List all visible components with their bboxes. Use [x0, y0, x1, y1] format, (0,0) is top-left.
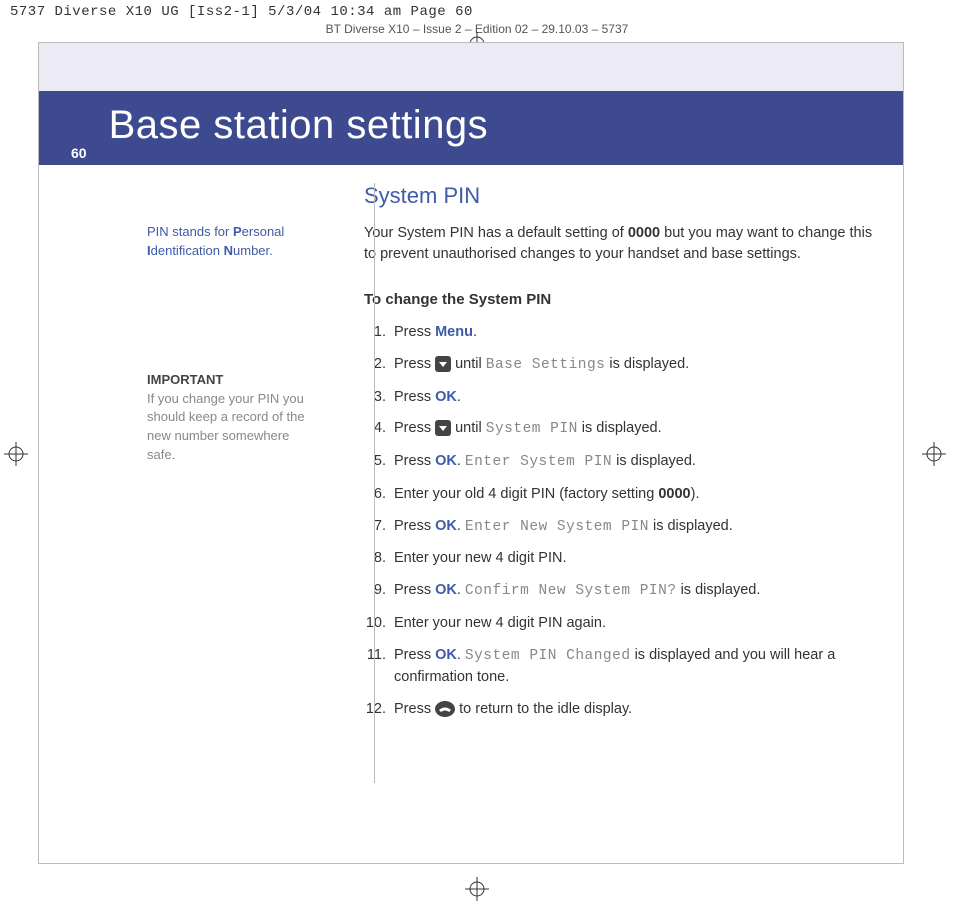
- title-band: 60 Base station settings: [39, 91, 903, 165]
- important-note: IMPORTANT If you change your PIN you sho…: [147, 371, 319, 465]
- text: Press: [394, 420, 435, 436]
- registration-mark-icon: [922, 442, 946, 466]
- default-pin-value: 0000: [628, 225, 660, 241]
- text: Press: [394, 701, 435, 717]
- step-1: Press Menu.: [390, 322, 875, 344]
- text: Enter your old 4 digit PIN (factory sett…: [394, 486, 658, 502]
- text: .: [457, 453, 465, 469]
- text: umber.: [233, 243, 273, 258]
- text: Press: [394, 389, 435, 405]
- text: .: [457, 647, 465, 663]
- steps-list: Press Menu. Press until Base Settings is…: [364, 322, 875, 721]
- ok-key-label: OK: [435, 647, 457, 663]
- column-divider: [374, 183, 375, 783]
- text: Press: [394, 647, 435, 663]
- text: .: [473, 324, 477, 340]
- lcd-text: Confirm New System PIN?: [465, 583, 677, 599]
- ok-key-label: OK: [435, 389, 457, 405]
- text: until: [451, 420, 486, 436]
- text: is displayed.: [677, 582, 761, 598]
- menu-key-label: Menu: [435, 324, 473, 340]
- text: ).: [691, 486, 700, 502]
- text: to return to the idle display.: [455, 701, 632, 717]
- text: is displayed.: [612, 453, 696, 469]
- ok-key-label: OK: [435, 582, 457, 598]
- lcd-text: System PIN Changed: [465, 648, 631, 664]
- text: Press: [394, 356, 435, 372]
- section-heading: System PIN: [364, 183, 875, 209]
- important-body: If you change your PIN you should keep a…: [147, 390, 319, 465]
- lcd-text: System PIN: [486, 421, 578, 437]
- default-pin-value: 0000: [658, 486, 690, 502]
- step-11: Press OK. System PIN Changed is displaye…: [390, 645, 875, 690]
- step-12: Press to return to the idle display.: [390, 699, 875, 721]
- step-10: Enter your new 4 digit PIN again.: [390, 613, 875, 635]
- top-light-band: [39, 43, 903, 91]
- step-3: Press OK.: [390, 387, 875, 409]
- text: PIN stands for: [147, 224, 233, 239]
- crop-mark-line: 5737 Diverse X10 UG [Iss2-1] 5/3/04 10:3…: [0, 0, 954, 20]
- ok-key-label: OK: [435, 518, 457, 534]
- text: Your System PIN has a default setting of: [364, 225, 628, 241]
- down-arrow-button-icon: [435, 420, 451, 436]
- step-7: Press OK. Enter New System PIN is displa…: [390, 516, 875, 539]
- sidebar: PIN stands for Personal Identification N…: [39, 183, 339, 731]
- page-frame: 60 Base station settings PIN stands for …: [38, 42, 904, 864]
- text: Press: [394, 324, 435, 340]
- step-8: Enter your new 4 digit PIN.: [390, 548, 875, 570]
- registration-mark-icon: [4, 442, 28, 466]
- content-area: PIN stands for Personal Identification N…: [39, 183, 903, 731]
- pin-acronym-note: PIN stands for Personal Identification N…: [147, 223, 319, 261]
- step-4: Press until System PIN is displayed.: [390, 418, 875, 441]
- text: ersonal: [242, 224, 285, 239]
- lcd-text: Enter System PIN: [465, 454, 612, 470]
- ok-key-label: OK: [435, 453, 457, 469]
- registration-mark-icon: [465, 877, 489, 901]
- procedure-subhead: To change the System PIN: [364, 291, 875, 308]
- text: .: [457, 389, 461, 405]
- main-column: System PIN Your System PIN has a default…: [339, 183, 903, 731]
- text: .: [457, 518, 465, 534]
- initial-N: N: [224, 243, 233, 258]
- lcd-text: Enter New System PIN: [465, 519, 649, 535]
- text: until: [451, 356, 486, 372]
- intro-paragraph: Your System PIN has a default setting of…: [364, 223, 875, 265]
- text: dentification: [151, 243, 224, 258]
- step-9: Press OK. Confirm New System PIN? is dis…: [390, 580, 875, 603]
- step-2: Press until Base Settings is displayed.: [390, 354, 875, 377]
- page-number: 60: [71, 145, 87, 161]
- text: Press: [394, 453, 435, 469]
- hangup-button-icon: [435, 701, 455, 717]
- text: is displayed.: [605, 356, 689, 372]
- text: Press: [394, 582, 435, 598]
- page-title: Base station settings: [109, 103, 489, 148]
- text: is displayed.: [649, 518, 733, 534]
- text: Press: [394, 518, 435, 534]
- down-arrow-button-icon: [435, 356, 451, 372]
- important-title: IMPORTANT: [147, 371, 319, 390]
- step-6: Enter your old 4 digit PIN (factory sett…: [390, 484, 875, 506]
- initial-P: P: [233, 224, 242, 239]
- text: is displayed.: [578, 420, 662, 436]
- text: .: [457, 582, 465, 598]
- lcd-text: Base Settings: [486, 357, 606, 373]
- step-5: Press OK. Enter System PIN is displayed.: [390, 451, 875, 474]
